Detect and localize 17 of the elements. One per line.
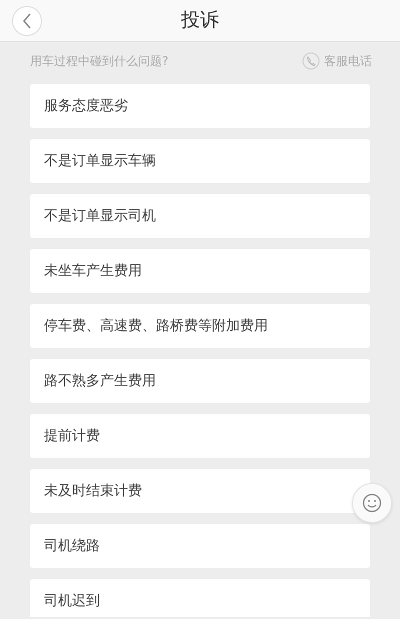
smiley-icon bbox=[362, 493, 382, 513]
issue-item[interactable]: 提前计费 bbox=[30, 414, 370, 458]
issue-item[interactable]: 不是订单显示车辆 bbox=[30, 139, 370, 183]
issue-item[interactable]: 不是订单显示司机 bbox=[30, 194, 370, 238]
page-title: 投诉 bbox=[181, 8, 219, 34]
issue-item[interactable]: 路不熟多产生费用 bbox=[30, 359, 370, 403]
issue-item[interactable]: 未及时结束计费 bbox=[30, 469, 370, 513]
issue-item[interactable]: 服务态度恶劣 bbox=[30, 84, 370, 128]
feedback-button[interactable] bbox=[352, 483, 392, 523]
back-button[interactable] bbox=[12, 6, 42, 36]
back-icon bbox=[22, 13, 32, 29]
issue-item[interactable]: 未坐车产生费用 bbox=[30, 249, 370, 293]
issue-item[interactable]: 停车费、高速费、路桥费等附加费用 bbox=[30, 304, 370, 348]
question-text: 用车过程中碰到什么问题? bbox=[30, 53, 168, 70]
issue-item[interactable]: 司机迟到 bbox=[30, 579, 370, 617]
phone-icon bbox=[302, 52, 320, 70]
issue-item[interactable]: 司机绕路 bbox=[30, 524, 370, 568]
